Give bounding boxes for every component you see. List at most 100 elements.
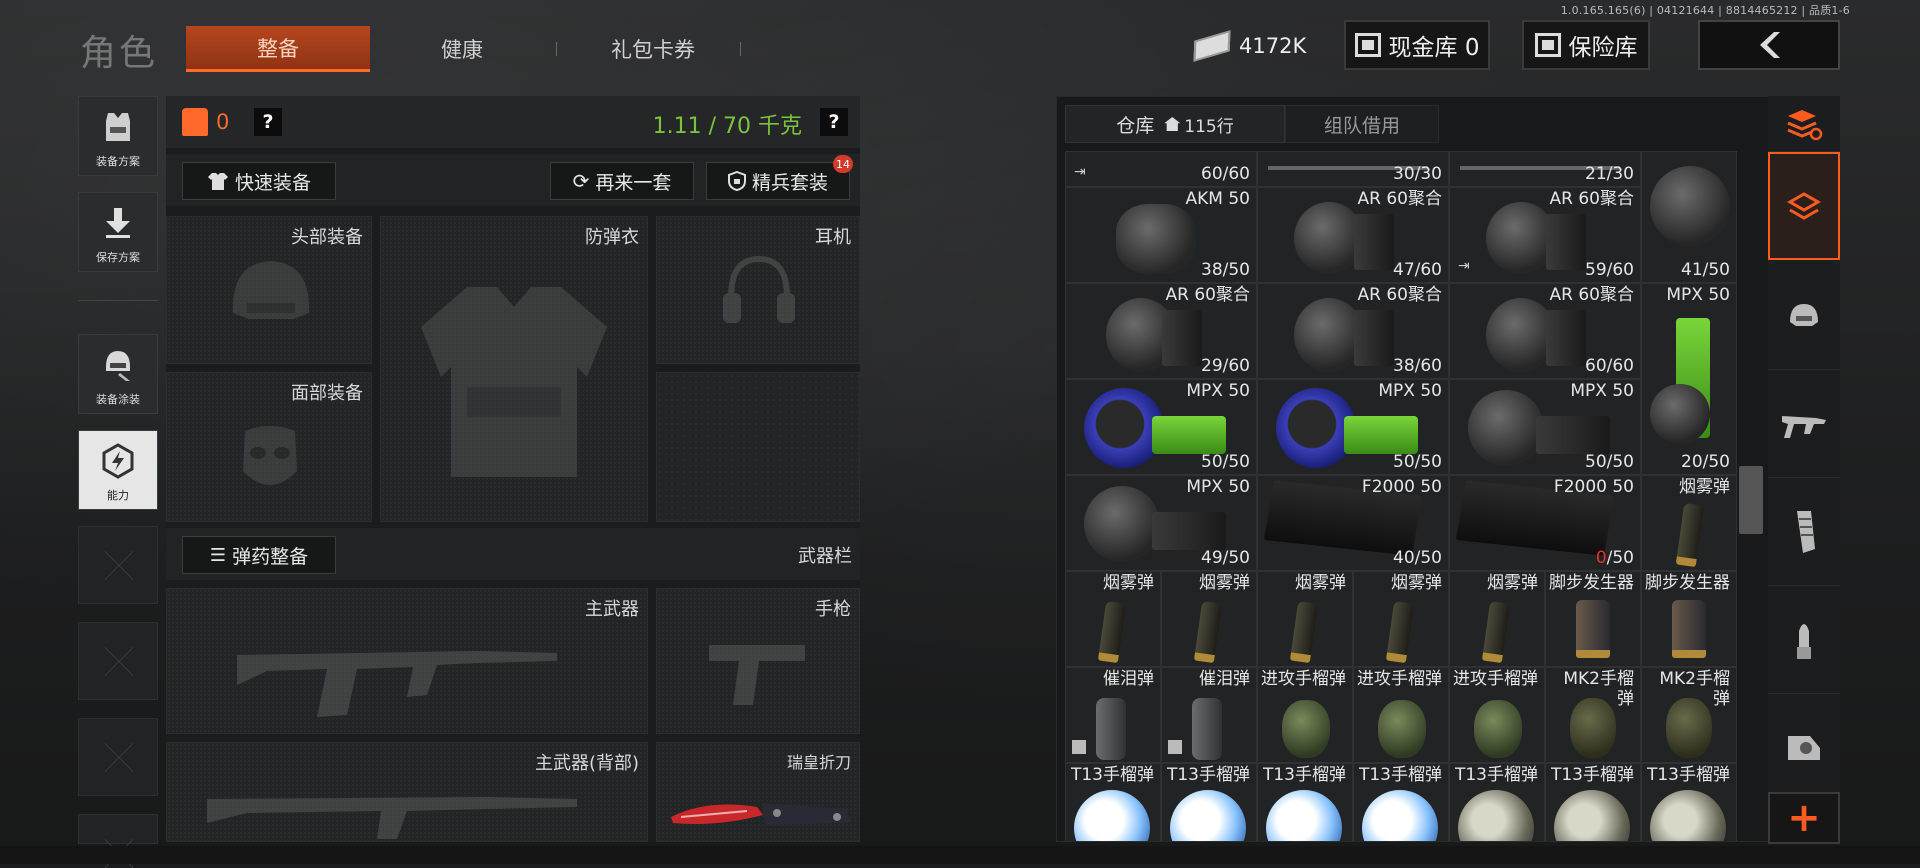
item-cell[interactable]: T13手榴弹 [1545,763,1641,841]
mpx-drum-art [1084,486,1160,562]
item-cell[interactable]: AR 60聚合 60/60 [1449,283,1641,379]
item-cell[interactable]: 烟雾弹 [1065,571,1161,667]
slot-armor[interactable]: 防弹衣 [380,216,648,522]
category-gear[interactable] [1768,262,1840,370]
tab-storage[interactable]: 仓库 115行 [1065,105,1285,143]
item-cell[interactable]: MPX 50 20/50 [1641,283,1737,475]
item-cell[interactable]: 烟雾弹 [1641,475,1737,571]
sidebar-label: 装备方案 [96,155,140,168]
slot-head[interactable]: 头部装备 [166,216,372,364]
item-cell[interactable]: 进攻手榴弹 [1257,667,1353,763]
add-category-button[interactable]: + [1768,792,1840,844]
item-cell[interactable]: MPX 50 50/50 [1257,379,1449,475]
item-cell[interactable]: 烟雾弹 [1449,571,1545,667]
weight-help-icon[interactable]: ? [820,108,848,136]
storage-rows: 115行 [1184,116,1234,137]
category-magazines[interactable] [1768,478,1840,586]
back-button[interactable] [1698,20,1840,70]
equipment-panel: 0 ? 1.11 / 70 千克 ? 快速装备 ⟳ 再来一套 精兵套装 14 头… [166,96,860,842]
money-display: 4172K [1193,26,1306,66]
item-cell[interactable]: 催泪弹 [1065,667,1161,763]
item-name: AKM 50 [1185,189,1250,209]
mpx-drum-art [1468,390,1544,466]
item-name: AR 60聚合 [1357,189,1442,209]
slot-headset[interactable]: 耳机 [656,216,860,364]
item-cell[interactable]: ⇥ AR 60聚合 59/60 [1449,187,1641,283]
item-qty-zero: 0 [1595,548,1607,568]
item-cell[interactable]: MPX 50 50/50 [1065,379,1257,475]
slot-knife[interactable]: 瑞皇折刀 [656,742,860,842]
tab-team-borrow[interactable]: 组队借用 [1285,105,1439,143]
item-cell[interactable]: 脚步发生器 [1545,571,1641,667]
item-cell[interactable]: MK2手榴弹 [1545,667,1641,763]
ammo-equip-button[interactable]: ☰ 弹药整备 [182,536,336,574]
item-cell[interactable]: F2000 50 0/50 [1449,475,1641,571]
shirt-icon [207,173,228,190]
item-cell[interactable]: MPX 50 49/50 [1065,475,1257,571]
item-qty: 38/60 [1393,356,1442,376]
item-cell[interactable]: AKM 50 38/50 [1065,187,1257,283]
cash-vault-button[interactable]: 现金库 0 [1344,20,1490,70]
item-cell[interactable]: AR 60聚合 47/60 [1257,187,1449,283]
slot-armor-label: 防弹衣 [585,227,639,248]
slot-head-label: 头部装备 [291,227,363,248]
item-cell[interactable]: 脚步发生器 [1641,571,1737,667]
slot-primary-weapon[interactable]: 主武器 [166,588,648,734]
magazine-art [1546,310,1586,366]
item-cell[interactable]: 进攻手榴弹 [1353,667,1449,763]
sidebar-equipment-skins[interactable]: 装备涂装 [78,334,158,414]
item-name: T13手榴弹 [1646,765,1730,785]
category-attachments[interactable] [1768,694,1840,802]
item-cell[interactable]: T13手榴弹 [1353,763,1449,841]
item-cell[interactable]: 30/30 [1257,151,1449,187]
slot-pistol[interactable]: 手枪 [656,588,860,734]
tab-divider [556,42,557,56]
item-cell[interactable]: 烟雾弹 [1257,571,1353,667]
item-cell[interactable]: 21/30 [1449,151,1641,187]
insurance-vault-button[interactable]: 保险库 [1522,20,1650,70]
tab-equip[interactable]: 整备 [186,26,370,72]
item-cell[interactable]: 41/50 [1641,151,1737,283]
item-cell[interactable]: MK2手榴弹 [1641,667,1737,763]
item-name: 催泪弹 [1199,669,1250,689]
item-qty: 20/50 [1681,452,1730,472]
item-cell[interactable]: 催泪弹 [1161,667,1257,763]
item-cell[interactable]: T13手榴弹 [1641,763,1737,841]
tab-gift-cards[interactable]: 礼包卡券 [566,26,740,72]
item-cell[interactable]: T13手榴弹 [1161,763,1257,841]
category-ammo[interactable] [1768,586,1840,694]
item-cell[interactable]: 烟雾弹 [1161,571,1257,667]
sidebar-save-plan[interactable]: 保存方案 [78,192,158,272]
sidebar-abilities[interactable]: 能力 [78,430,158,510]
scrollbar-thumb[interactable] [1739,466,1763,534]
item-cell[interactable]: MPX 50 50/50 [1449,379,1641,475]
help-icon[interactable]: ? [254,108,282,136]
item-cell[interactable]: AR 60聚合 38/60 [1257,283,1449,379]
tab-health[interactable]: 健康 [380,26,544,72]
item-cell[interactable]: T13手榴弹 [1257,763,1353,841]
slot-primary-back[interactable]: 主武器(背部) [166,742,648,842]
item-cell[interactable]: ⇥ 60/60 [1065,151,1257,187]
bullet-icon [1797,623,1811,659]
tear-gas-art [1192,698,1222,760]
item-qty: 40/50 [1393,548,1442,568]
category-bar [1768,96,1840,842]
item-cell[interactable]: AR 60聚合 29/60 [1065,283,1257,379]
quick-equip-button[interactable]: 快速装备 [182,162,336,200]
equip-again-button[interactable]: ⟳ 再来一套 [550,162,694,200]
category-weapons[interactable] [1768,370,1840,478]
item-qty: 29/60 [1201,356,1250,376]
sidebar-label: 保存方案 [96,251,140,264]
sidebar-empty-slot [78,814,158,844]
item-cell[interactable]: F2000 50 40/50 [1257,475,1449,571]
elite-set-button[interactable]: 精兵套装 14 [706,155,853,200]
item-cell[interactable]: 进攻手榴弹 [1449,667,1545,763]
category-sort[interactable] [1768,96,1840,152]
item-cell[interactable]: 烟雾弹 [1353,571,1449,667]
sidebar-loadout-plans[interactable]: 装备方案 [78,96,158,176]
item-cell[interactable]: T13手榴弹 [1449,763,1545,841]
cash-vault-icon [1354,33,1381,57]
item-cell[interactable]: T13手榴弹 [1065,763,1161,841]
slot-face[interactable]: 面部装备 [166,372,372,522]
category-all[interactable] [1768,152,1840,260]
